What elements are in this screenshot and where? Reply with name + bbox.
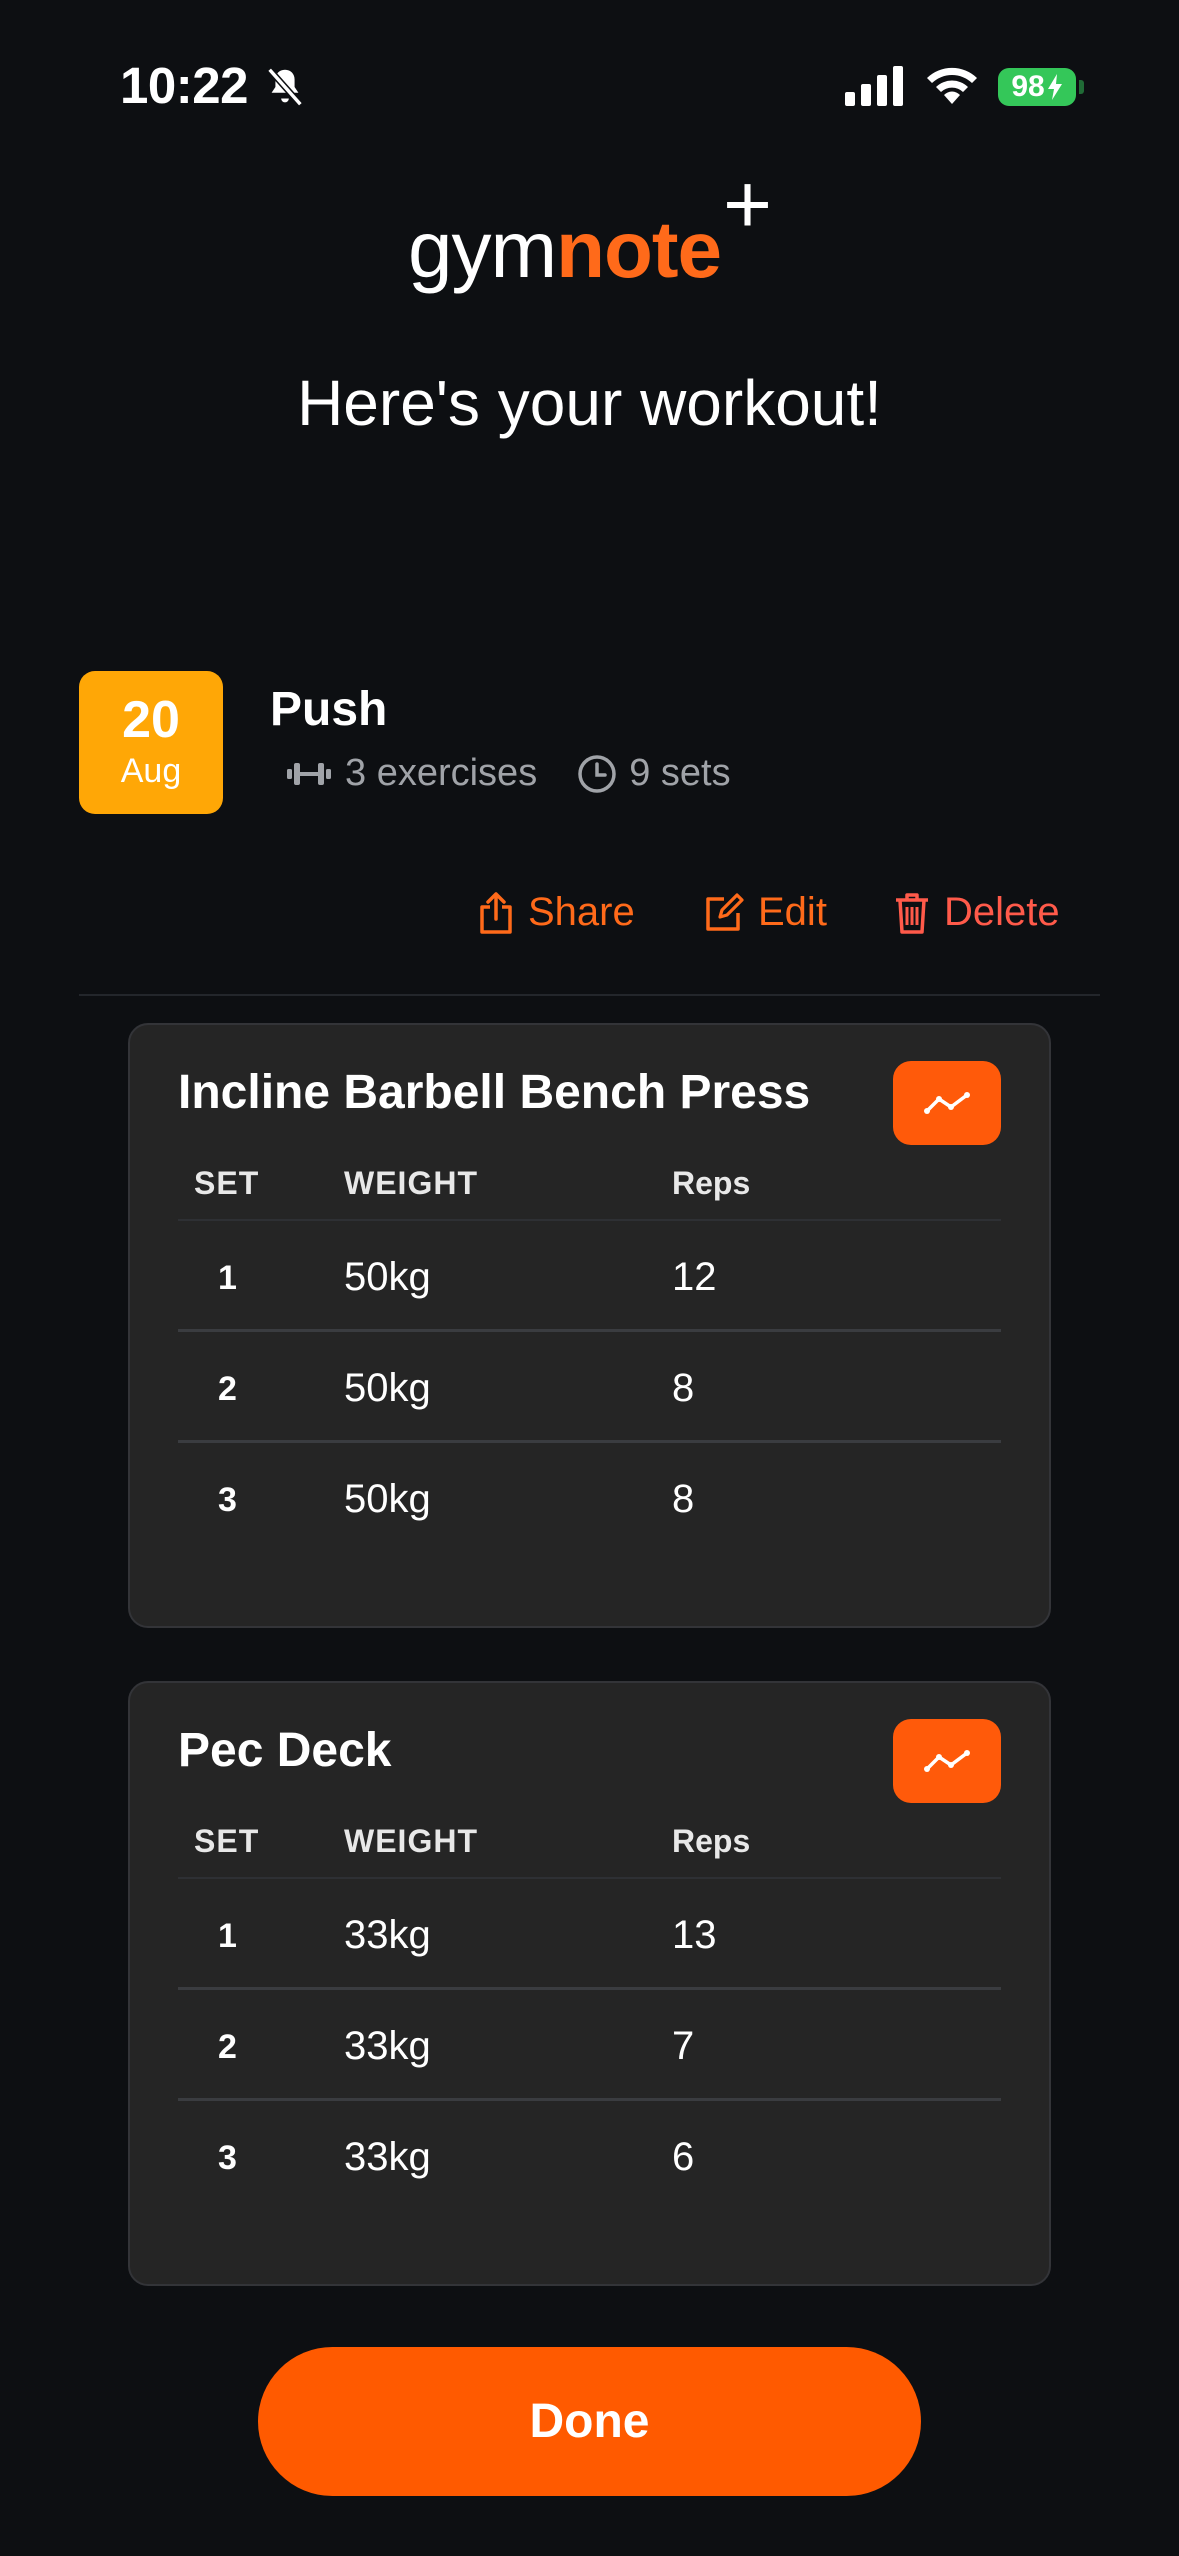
set-number: 3 xyxy=(218,1481,237,1519)
set-weight: 33kg xyxy=(344,1913,431,1957)
edit-label: Edit xyxy=(758,890,827,934)
exercise-name: Pec Deck xyxy=(178,1724,392,1777)
delete-label: Delete xyxy=(944,890,1060,934)
set-number: 2 xyxy=(218,1370,237,1408)
exercise-card: Pec Deck SET WEIGHT Reps 1 33kg 13 2 33k… xyxy=(128,1681,1051,2286)
set-weight: 50kg xyxy=(344,1477,431,1521)
reps-column-header: Reps xyxy=(672,1823,751,1859)
charging-bolt-icon xyxy=(1047,74,1062,100)
table-header: SET WEIGHT Reps xyxy=(178,1823,1001,1879)
table-row: 3 50kg 8 xyxy=(178,1443,1001,1554)
app-logo: gymnote+ xyxy=(0,157,1179,297)
table-header: SET WEIGHT Reps xyxy=(178,1165,1001,1221)
dumbbell-icon xyxy=(287,762,331,785)
set-reps: 8 xyxy=(672,1477,695,1521)
workout-name: Push xyxy=(270,683,388,736)
progress-chart-button[interactable] xyxy=(893,1719,1001,1803)
date-badge: 20 Aug xyxy=(79,671,223,814)
workout-summary-screen: 10:22 98 gymnote+ Here's your workout! 2… xyxy=(0,0,1179,2556)
set-weight: 33kg xyxy=(344,2135,431,2179)
set-reps: 7 xyxy=(672,2024,695,2068)
date-month: Aug xyxy=(120,752,182,790)
set-column-header: SET xyxy=(194,1823,260,1859)
exercise-count: 3 exercises xyxy=(345,752,538,794)
delete-button[interactable]: Delete xyxy=(894,890,1060,935)
date-day: 20 xyxy=(122,691,180,749)
exercise-card: Incline Barbell Bench Press SET WEIGHT R… xyxy=(128,1023,1051,1628)
weight-column-header: WEIGHT xyxy=(344,1165,478,1201)
trend-line-icon xyxy=(924,1092,970,1114)
workout-actions: Share Edit Delete xyxy=(0,890,1179,950)
bell-muted-icon xyxy=(267,67,303,107)
workout-meta: 3 exercises 9 sets xyxy=(285,752,731,795)
wifi-icon xyxy=(927,67,977,104)
set-reps: 8 xyxy=(672,1366,695,1410)
set-number: 1 xyxy=(218,1259,237,1297)
edit-icon xyxy=(706,892,744,931)
set-weight: 50kg xyxy=(344,1366,431,1410)
share-icon xyxy=(480,891,512,934)
cellular-signal-icon xyxy=(845,66,903,106)
edit-button[interactable]: Edit xyxy=(704,890,827,935)
logo-plus: + xyxy=(722,157,772,251)
table-row: 3 33kg 6 xyxy=(178,2101,1001,2212)
page-title: Here's your workout! xyxy=(297,367,882,439)
trash-icon xyxy=(896,892,928,934)
set-count: 9 sets xyxy=(629,752,731,794)
set-number: 3 xyxy=(218,2139,237,2177)
set-weight: 33kg xyxy=(344,2024,431,2068)
share-label: Share xyxy=(528,890,635,934)
clock-icon xyxy=(578,754,616,793)
logo-note: note xyxy=(556,205,722,294)
battery-indicator: 98 xyxy=(998,68,1076,106)
set-reps: 6 xyxy=(672,2135,695,2179)
progress-chart-button[interactable] xyxy=(893,1061,1001,1145)
weight-column-header: WEIGHT xyxy=(344,1823,478,1859)
trend-line-icon xyxy=(924,1750,970,1772)
status-time: 10:22 xyxy=(120,57,248,114)
table-row: 1 33kg 13 xyxy=(178,1879,1001,1990)
share-button[interactable]: Share xyxy=(478,890,635,935)
set-column-header: SET xyxy=(194,1165,260,1201)
battery-level: 98 xyxy=(1011,70,1045,103)
set-weight: 50kg xyxy=(344,1255,431,1299)
battery-nub xyxy=(1079,80,1084,94)
table-row: 2 33kg 7 xyxy=(178,1990,1001,2101)
done-button[interactable]: Done xyxy=(258,2347,921,2496)
set-reps: 12 xyxy=(672,1255,717,1299)
set-number: 2 xyxy=(218,2028,237,2066)
set-number: 1 xyxy=(218,1917,237,1955)
set-reps: 13 xyxy=(672,1913,717,1957)
exercise-name: Incline Barbell Bench Press xyxy=(178,1066,811,1119)
table-row: 2 50kg 8 xyxy=(178,1332,1001,1443)
reps-column-header: Reps xyxy=(672,1165,751,1201)
logo-gym: gym xyxy=(407,205,557,294)
divider xyxy=(79,994,1100,996)
table-row: 1 50kg 12 xyxy=(178,1221,1001,1332)
